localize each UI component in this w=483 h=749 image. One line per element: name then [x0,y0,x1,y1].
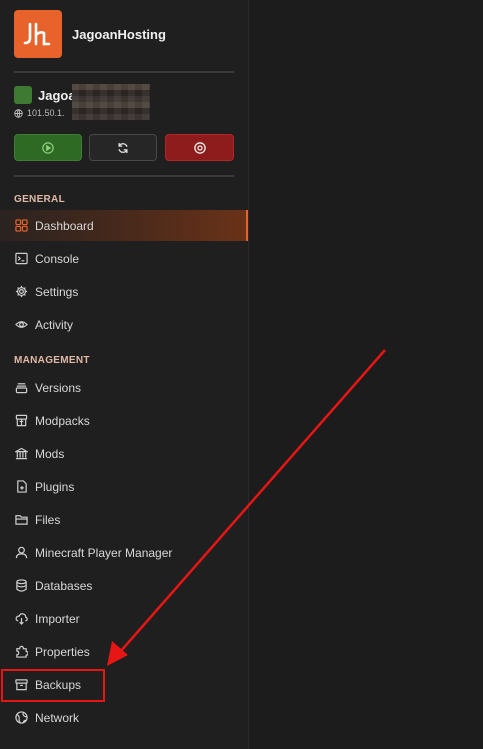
nav-item-label: Activity [35,317,74,332]
sidebar: JagoanHosting Jagoa 101.50.1. GENERAL Da… [0,0,249,749]
terminal-icon [14,252,28,266]
nav-item-files[interactable]: Files [0,504,248,535]
play-circle-icon [42,141,54,154]
stop-button[interactable] [165,134,234,161]
folder-icon [14,513,28,527]
nav-item-versions[interactable]: Versions [0,372,248,403]
nav-item-label: Plugins [35,479,75,494]
restart-button[interactable] [89,134,157,161]
package-icon [14,414,28,428]
server-ip: 101.50.1. [27,108,65,118]
globe-icon [14,711,28,725]
nav-item-label: Properties [35,644,90,659]
nav-item-label: Dashboard [35,218,94,233]
nav-item-network[interactable]: Network [0,702,248,733]
layers-icon [14,381,28,395]
file-plus-icon [14,480,28,494]
nav-item-label: Files [35,512,61,527]
database-icon [14,579,28,593]
grid-icon [14,219,28,233]
main-content [249,0,483,749]
nav-item-settings[interactable]: Settings [0,276,248,307]
nav-item-label: Databases [35,578,93,593]
server-address: 101.50.1. [14,108,65,118]
nav-item-modpacks[interactable]: Modpacks [0,405,248,436]
puzzle-icon [14,645,28,659]
start-button[interactable] [14,134,82,161]
user-icon [14,546,28,560]
nav-item-label: Importer [35,611,80,626]
nav-item-plugins[interactable]: Plugins [0,471,248,502]
nav-item-importer[interactable]: Importer [0,603,248,634]
refresh-icon [118,142,128,153]
brand-name: JagoanHosting [72,26,166,42]
section-management: MANAGEMENT [14,355,90,366]
nav-item-dashboard[interactable]: Dashboard [0,210,248,241]
nav-item-label: Minecraft Player Manager [35,545,173,560]
stop-circle-icon [193,141,206,154]
nav-item-minecraft-player-manager[interactable]: Minecraft Player Manager [0,537,248,568]
nav-item-properties[interactable]: Properties [0,636,248,667]
nav-item-label: Network [35,710,80,725]
nav-item-label: Mods [35,446,65,461]
section-general: GENERAL [14,194,65,205]
server-status-indicator [14,86,32,104]
nav-item-activity[interactable]: Activity [0,309,248,340]
nav-item-label: Modpacks [35,413,90,428]
building-icon [14,447,28,461]
divider [14,71,234,73]
eye-icon [14,318,28,332]
nav-item-console[interactable]: Console [0,243,248,274]
server-header: Jagoa [14,86,76,104]
nav-item-label: Settings [35,284,79,299]
annotation-highlight-box [1,669,105,702]
nav-item-label: Console [35,251,80,266]
divider [14,175,234,177]
server-name: Jagoa [38,87,76,103]
nav-item-databases[interactable]: Databases [0,570,248,601]
gear-icon [14,285,28,299]
nav-item-mods[interactable]: Mods [0,438,248,469]
nav-item-label: Versions [35,380,82,395]
globe-icon [14,108,23,118]
cloud-download-icon [14,612,28,626]
jagoanhosting-logo [14,10,62,58]
brand[interactable]: JagoanHosting [14,10,166,58]
redacted-pixelation [72,84,150,120]
